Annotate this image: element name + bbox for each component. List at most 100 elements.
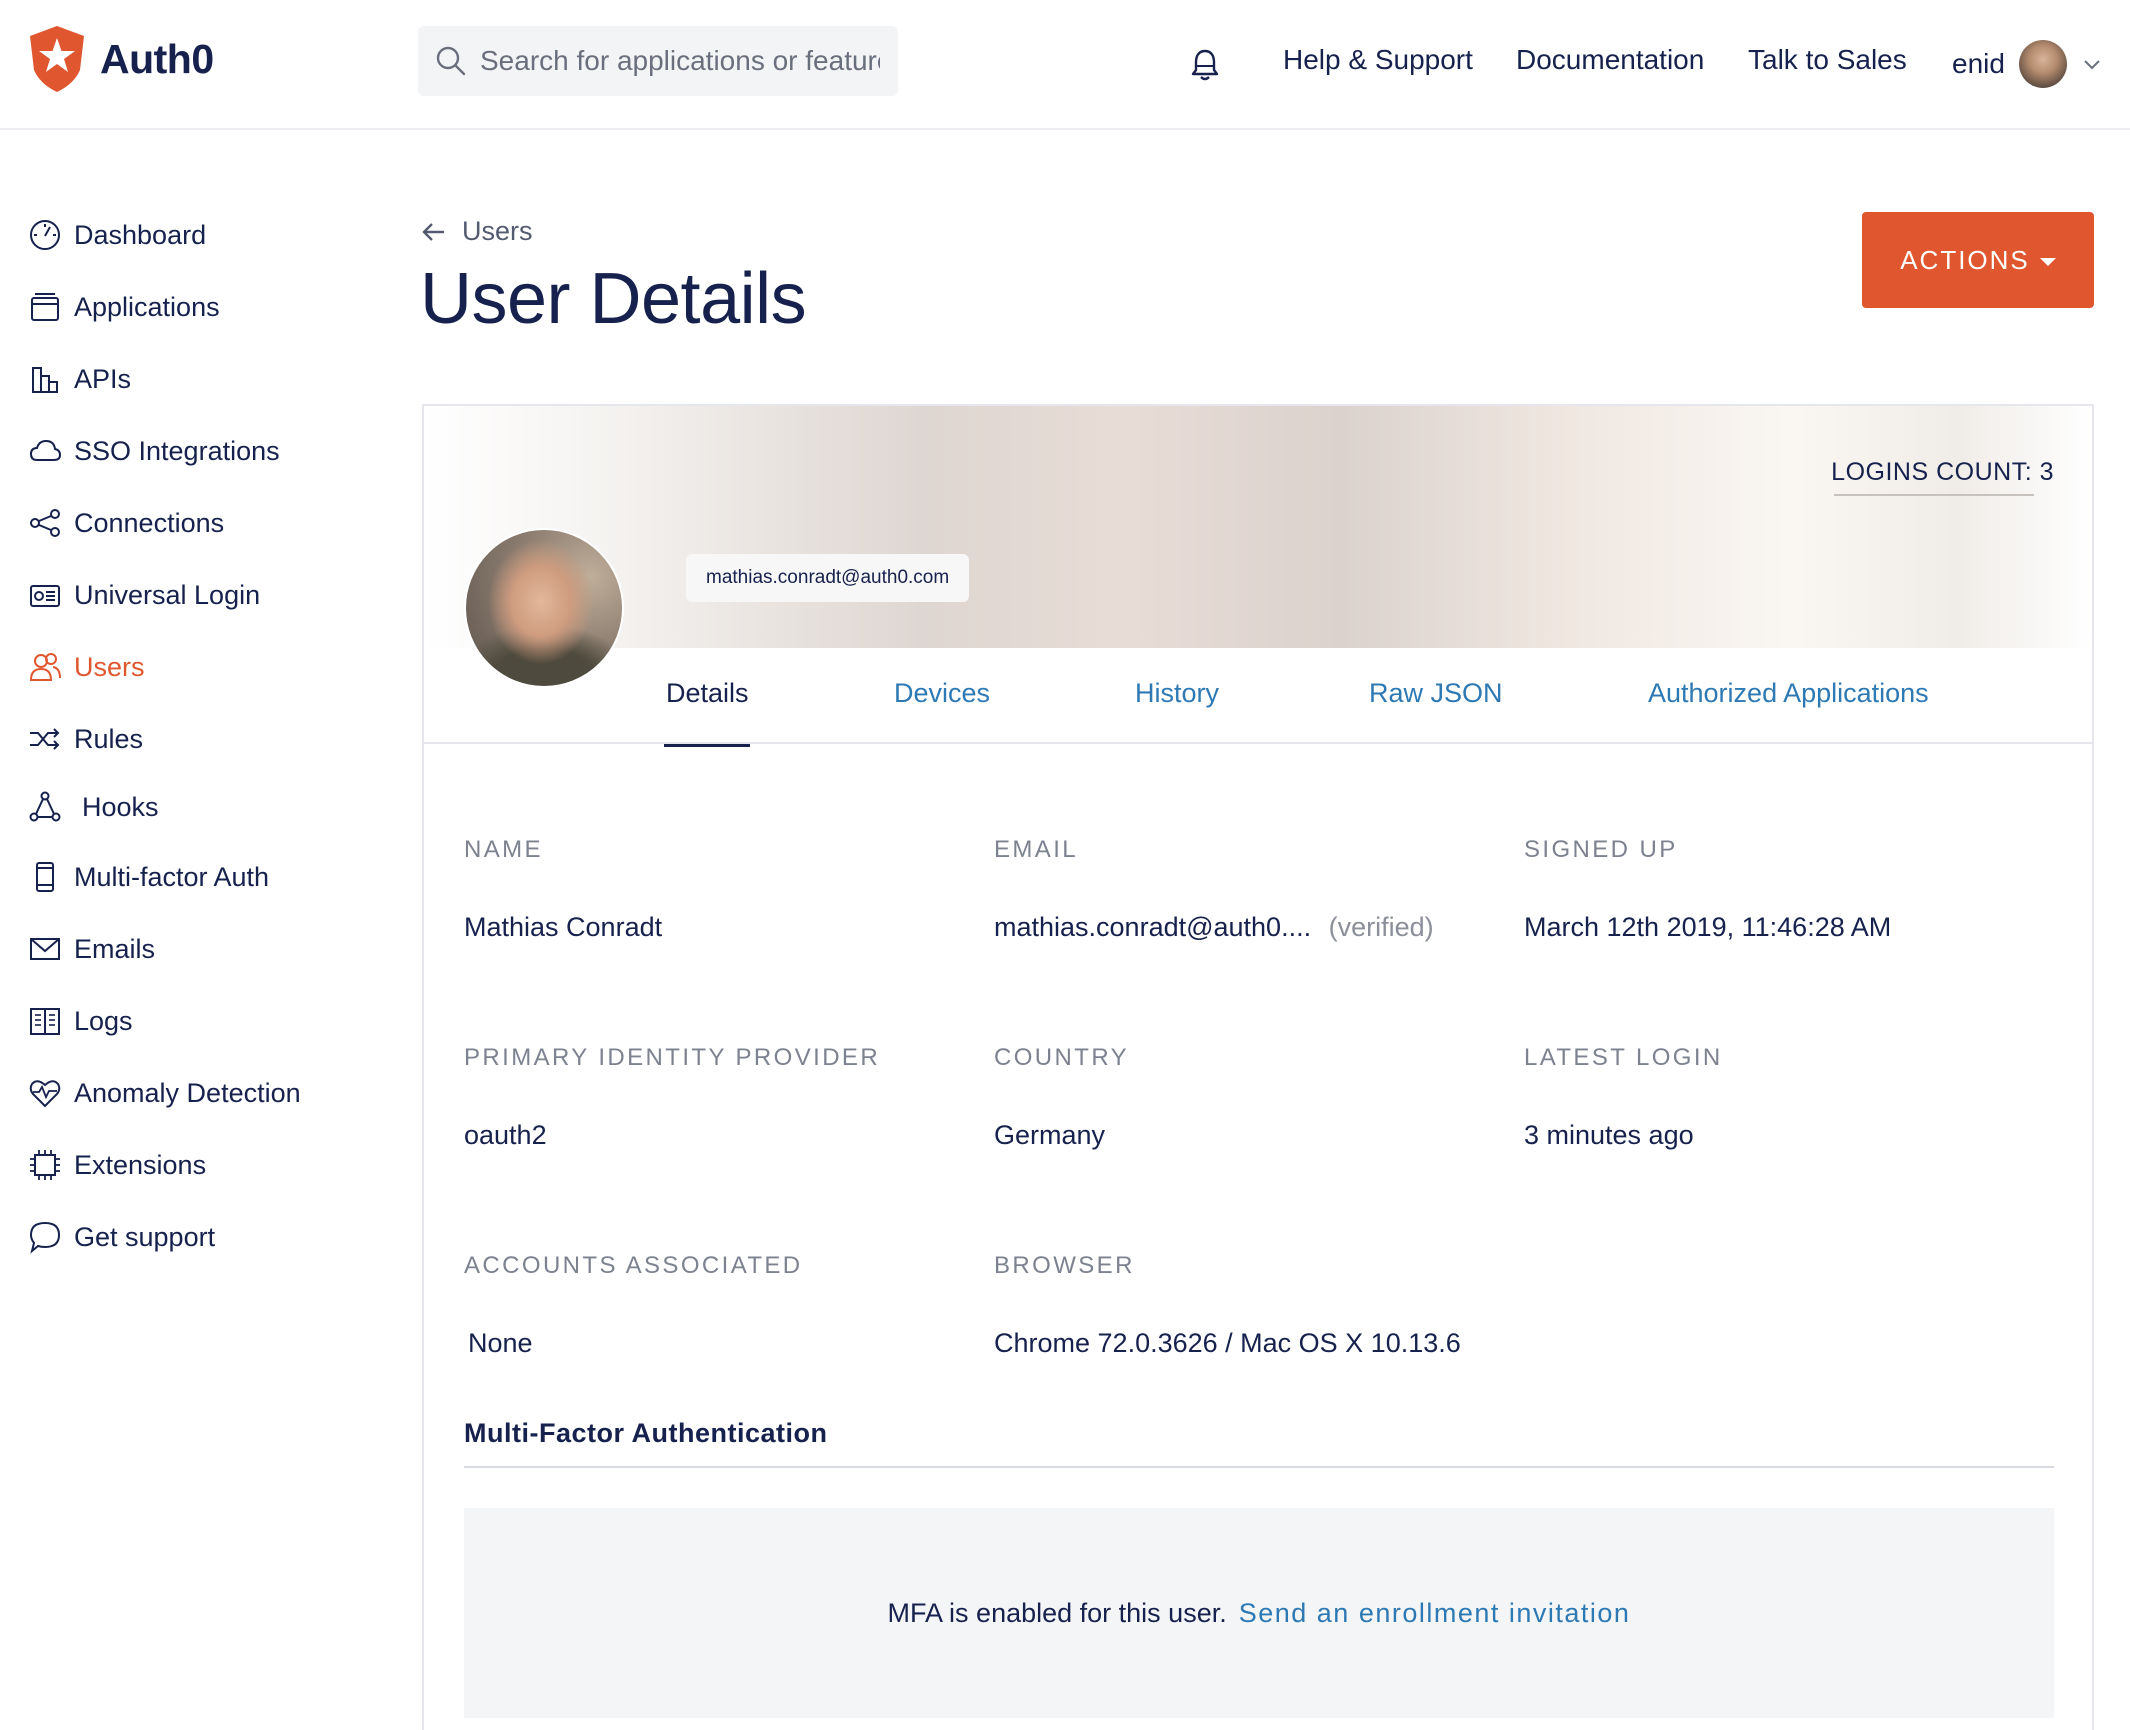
sidebar-item-label: Rules <box>74 723 144 754</box>
heart-icon <box>29 1080 61 1108</box>
help-support-link[interactable]: Help & Support <box>1283 44 1473 76</box>
name-value: Mathias Conradt <box>464 912 663 942</box>
sidebar-item-label: SSO Integrations <box>74 435 280 466</box>
tab-details[interactable]: Details <box>666 678 749 709</box>
dashboard-icon <box>30 220 60 250</box>
actions-button[interactable]: ACTIONS <box>1862 212 2094 308</box>
country-value: Germany <box>994 1120 1106 1150</box>
latest-login-value: 3 minutes ago <box>1524 1120 1694 1150</box>
user-details-card: LOGINS COUNT: 3 mathias.conradt@auth0.co… <box>422 404 2094 1730</box>
sidebar-item-label: Users <box>74 651 145 682</box>
user-avatar <box>464 528 624 688</box>
tab-history[interactable]: History <box>1135 678 1219 709</box>
logins-count: LOGINS COUNT: 3 <box>1831 458 2054 486</box>
sidebar-item-logs[interactable]: Logs <box>28 993 133 1049</box>
email-label: EMAIL <box>994 836 1079 863</box>
search-input[interactable] <box>480 45 880 77</box>
sidebar-item-sso-integrations[interactable]: SSO Integrations <box>28 423 280 479</box>
tab-bar: Details Devices History Raw JSON Authori… <box>424 648 2092 744</box>
search-icon <box>436 46 466 76</box>
chat-bubble-icon <box>29 1221 61 1254</box>
sidebar-item-label: Hooks <box>82 791 159 822</box>
active-tab-indicator <box>664 744 750 747</box>
sidebar-item-get-support[interactable]: Get support <box>28 1209 215 1265</box>
signed-up-value: March 12th 2019, 11:46:28 AM <box>1524 912 1892 942</box>
cloud-icon <box>29 439 62 461</box>
sidebar-item-dashboard[interactable]: Dashboard <box>28 207 206 263</box>
mail-icon <box>30 938 60 960</box>
sidebar-item-label: Dashboard <box>74 219 207 250</box>
sidebar-item-label: Multi-factor Auth <box>74 861 270 892</box>
sidebar-item-label: APIs <box>74 363 132 394</box>
arrow-left-icon <box>422 222 444 241</box>
sidebar-item-label: Applications <box>74 291 220 322</box>
sidebar-item-label: Extensions <box>74 1149 207 1180</box>
chevron-down-icon <box>2084 60 2100 70</box>
sidebar-item-label: Emails <box>74 933 156 964</box>
sidebar-item-rules[interactable]: Rules <box>28 711 143 767</box>
user-menu[interactable]: enid <box>1952 38 2103 90</box>
bell-icon[interactable] <box>1188 46 1222 84</box>
sidebar-item-emails[interactable]: Emails <box>28 921 155 977</box>
apis-icon <box>32 367 58 393</box>
auth0-logo[interactable]: Auth0 <box>26 24 214 94</box>
profile-banner: LOGINS COUNT: 3 mathias.conradt@auth0.co… <box>424 406 2092 648</box>
email-address: mathias.conradt@auth0.... <box>994 912 1312 942</box>
logins-underline <box>1834 494 2034 496</box>
connections-icon <box>30 509 60 537</box>
documentation-link[interactable]: Documentation <box>1516 44 1704 76</box>
search-box[interactable] <box>418 26 898 96</box>
sidebar-item-label: Logs <box>74 1005 133 1036</box>
sidebar-item-label: Get support <box>74 1221 216 1252</box>
accounts-label: ACCOUNTS ASSOCIATED <box>464 1252 803 1279</box>
tab-raw-json[interactable]: Raw JSON <box>1369 678 1503 709</box>
sidebar-item-users[interactable]: Users <box>28 639 145 695</box>
tab-authorized-applications[interactable]: Authorized Applications <box>1648 678 1929 709</box>
chip-icon <box>30 1150 60 1180</box>
phone-icon <box>36 862 54 892</box>
top-bar: Auth0 Help & Support Documentation Talk … <box>0 0 2130 130</box>
actions-label: ACTIONS <box>1900 244 2030 275</box>
brand-name: Auth0 <box>100 35 214 82</box>
back-label: Users <box>462 216 533 246</box>
sidebar-item-hooks[interactable]: Hooks <box>28 779 159 835</box>
mfa-status-text: MFA is enabled for this user. <box>887 1597 1227 1628</box>
caret-down-icon <box>2039 257 2056 266</box>
sidebar-item-label: Anomaly Detection <box>74 1077 301 1108</box>
sidebar-item-anomaly-detection[interactable]: Anomaly Detection <box>28 1065 301 1121</box>
sidebar-item-apis[interactable]: APIs <box>28 351 131 407</box>
country-label: COUNTRY <box>994 1044 1130 1071</box>
name-label: NAME <box>464 836 543 863</box>
email-value: mathias.conradt@auth0.... (verified) <box>994 912 1434 943</box>
browser-label: BROWSER <box>994 1252 1135 1279</box>
mfa-divider <box>464 1466 2054 1468</box>
sidebar-item-extensions[interactable]: Extensions <box>28 1137 206 1193</box>
provider-value: oauth2 <box>464 1120 547 1150</box>
rules-icon <box>30 728 60 750</box>
send-enrollment-invitation-link[interactable]: Send an enrollment invitation <box>1239 1598 1631 1629</box>
sidebar-item-universal-login[interactable]: Universal Login <box>28 567 260 623</box>
latest-login-label: LATEST LOGIN <box>1524 1044 1723 1071</box>
mfa-heading: Multi-Factor Authentication <box>464 1418 828 1448</box>
book-icon <box>30 1008 60 1035</box>
back-to-users-link[interactable]: Users <box>420 216 533 247</box>
hooks-icon <box>29 791 61 822</box>
applications-icon <box>31 293 59 321</box>
accounts-value: None <box>468 1328 533 1358</box>
signed-up-label: SIGNED UP <box>1524 836 1678 863</box>
avatar <box>2018 40 2067 88</box>
mfa-panel: MFA is enabled for this user. Send an en… <box>464 1508 2054 1718</box>
users-icon <box>29 653 61 681</box>
provider-label: PRIMARY IDENTITY PROVIDER <box>464 1044 881 1071</box>
talk-to-sales-link[interactable]: Talk to Sales <box>1748 44 1907 76</box>
email-verified-status: (verified) <box>1328 912 1434 942</box>
email-pill: mathias.conradt@auth0.com <box>686 554 970 602</box>
tab-devices[interactable]: Devices <box>894 678 990 709</box>
sidebar-item-label: Connections <box>74 507 225 538</box>
sidebar-item-multi-factor-auth[interactable]: Multi-factor Auth <box>28 849 269 905</box>
page-title: User Details <box>420 259 807 339</box>
sidebar-item-applications[interactable]: Applications <box>28 279 220 335</box>
sidebar-item-connections[interactable]: Connections <box>28 495 224 551</box>
auth0-shield-icon <box>30 26 84 92</box>
username: enid <box>1952 48 2005 79</box>
